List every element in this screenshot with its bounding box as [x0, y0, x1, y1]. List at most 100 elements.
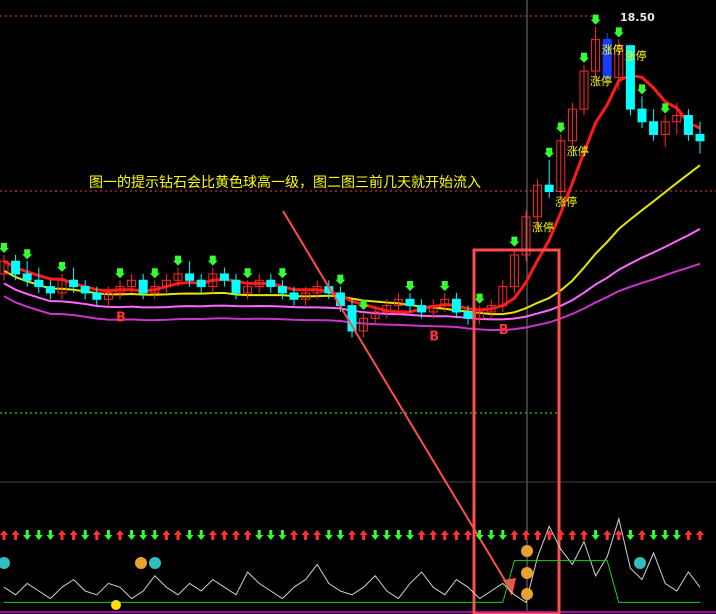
up-arrow-icon — [58, 530, 66, 540]
down-arrow-icon — [23, 530, 32, 540]
candle-body — [405, 298, 415, 307]
diamond-icon — [521, 588, 533, 600]
candle-body — [34, 279, 44, 288]
limit-up-label: 涨停 — [602, 42, 624, 56]
down-arrow-icon — [324, 530, 333, 540]
down-arrow-icon — [672, 530, 681, 540]
yellow-ball-icon — [111, 600, 121, 610]
down-arrow-icon — [590, 14, 601, 25]
limit-up-label: 涨停 — [590, 74, 612, 88]
down-arrow-icon — [439, 280, 450, 291]
up-arrow-icon — [348, 530, 356, 540]
candle-body — [196, 279, 206, 288]
down-arrow-icon — [57, 261, 67, 272]
candle-body — [417, 305, 427, 313]
down-arrow-icon — [150, 530, 159, 540]
peak-price-label: 18.50 — [620, 11, 655, 24]
up-arrow-icon — [69, 530, 78, 540]
diamond-icon — [634, 557, 646, 569]
candle-body — [695, 133, 705, 142]
limit-up-label: 涨停 — [625, 49, 647, 63]
up-arrow-icon — [232, 530, 240, 540]
down-arrow-icon — [335, 274, 346, 285]
up-arrow-icon — [0, 530, 8, 540]
down-arrow-icon — [591, 530, 600, 540]
stock-chart: 涨停涨停涨停涨停涨停 涨停BB B — [0, 0, 716, 614]
down-arrow-icon — [336, 530, 345, 540]
up-arrow-icon — [417, 530, 426, 540]
limit-up-label: 涨停 — [567, 144, 589, 158]
up-arrow-icon — [464, 530, 472, 540]
candle-body — [22, 273, 32, 281]
down-arrow-icon — [207, 255, 218, 266]
candle-body — [185, 273, 195, 281]
up-arrow-icon — [290, 530, 298, 540]
down-arrow-icon — [544, 147, 555, 158]
down-arrow-icon — [277, 268, 288, 279]
up-arrow-icon — [510, 530, 519, 540]
down-arrow-icon — [474, 293, 485, 304]
up-arrow-icon — [359, 530, 368, 540]
down-arrow-icon — [487, 530, 496, 540]
down-arrow-icon — [661, 530, 670, 540]
candle-body — [683, 114, 693, 135]
down-arrow-icon — [139, 530, 148, 540]
down-arrow-icon — [371, 530, 380, 540]
down-arrow-icon — [149, 268, 160, 279]
up-arrow-icon — [243, 530, 252, 540]
candle-body — [277, 286, 287, 294]
up-arrow-icon — [92, 530, 101, 540]
oscillator-icons — [0, 545, 646, 610]
ma-short-line — [3, 73, 701, 314]
diamond-icon — [0, 557, 10, 569]
up-arrow-icon — [440, 530, 449, 540]
candle-body — [138, 279, 148, 294]
down-arrow-icon — [242, 268, 253, 279]
diamond-icon — [135, 557, 147, 569]
down-arrow-icon — [22, 249, 33, 260]
down-arrow-icon — [405, 280, 415, 291]
up-arrow-icon — [684, 530, 693, 540]
down-arrow-icon — [613, 27, 624, 38]
flow-line — [4, 560, 700, 603]
down-arrow-icon — [394, 530, 403, 540]
candle-body — [92, 292, 102, 300]
down-arrow-icon — [255, 530, 264, 540]
candle-body — [649, 121, 659, 135]
down-arrow-icon — [406, 530, 414, 540]
candle-body — [11, 260, 21, 275]
down-arrow-icon — [185, 530, 194, 540]
down-arrow-icon — [81, 530, 90, 540]
candle-body — [45, 286, 55, 294]
up-arrow-icon — [313, 530, 322, 540]
up-arrow-icon — [568, 530, 577, 540]
down-arrow-icon — [0, 242, 9, 253]
down-arrow-icon — [509, 236, 520, 247]
down-arrow-icon — [382, 530, 391, 540]
down-arrow-icon — [637, 84, 647, 95]
diamond-icon — [149, 557, 161, 569]
up-arrow-icon — [220, 530, 229, 540]
buy-label: B — [499, 323, 509, 338]
buy-label: B — [429, 329, 439, 344]
down-arrow-icon — [498, 530, 507, 540]
up-arrow-icon — [638, 530, 646, 540]
candle-body — [266, 279, 276, 288]
up-arrow-icon — [533, 530, 542, 540]
up-arrow-icon — [174, 530, 182, 540]
down-arrow-icon — [197, 530, 206, 540]
oscillator-panel — [0, 516, 704, 604]
up-arrow-icon — [580, 530, 588, 540]
candle-body — [80, 286, 90, 294]
candle-body — [69, 279, 79, 288]
down-arrow-icon — [266, 530, 275, 540]
down-arrow-icon — [278, 530, 287, 540]
down-arrow-icon — [555, 122, 566, 133]
candle-body — [231, 279, 241, 294]
candle-body — [637, 108, 647, 123]
diamond-icon — [521, 545, 533, 557]
down-arrow-icon — [34, 530, 43, 540]
down-arrow-icon — [115, 268, 125, 279]
limit-up-label: 涨停 — [555, 195, 577, 209]
up-arrow-icon — [603, 530, 612, 540]
